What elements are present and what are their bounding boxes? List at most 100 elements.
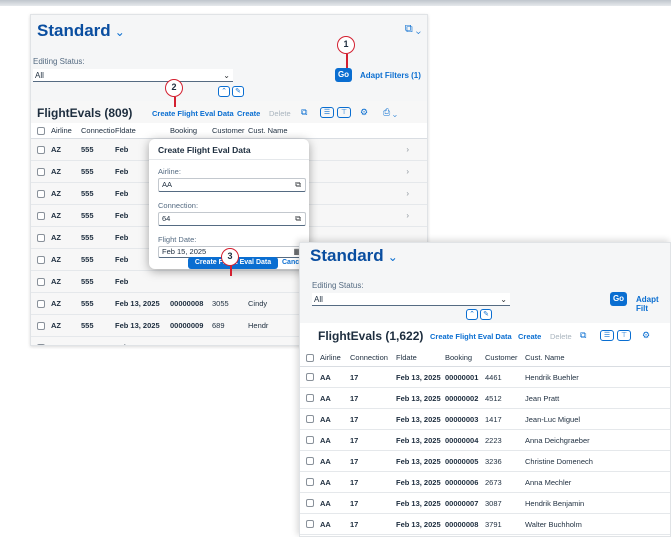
table-row[interactable]: AA 17 Feb 13, 2025 00000007 3087 Hendrik Benj…: [300, 493, 670, 514]
row-checkbox[interactable]: [37, 321, 45, 330]
gear-icon[interactable]: ⚙: [642, 330, 650, 341]
row-checkbox[interactable]: [37, 277, 45, 286]
cell-name: Jean Pratt: [525, 393, 560, 403]
table-row[interactable]: AA 17 Feb 13, 2025 00000008 3791 Walter Buchh…: [300, 514, 670, 535]
collapse-header-icon[interactable]: ⌃: [466, 309, 478, 320]
chevron-down-icon: ⌄: [223, 71, 230, 80]
table-row[interactable]: AA 17 Feb 13, 2025 00000006 2673 Anna Mechler: [300, 472, 670, 493]
table-row[interactable]: AA 17 Feb 13, 2025 00000002 4512 Jean Pratt: [300, 388, 670, 409]
export-icon[interactable]: ⎙ ⌄: [383, 107, 397, 118]
row-navigation-icon[interactable]: ›: [406, 189, 409, 198]
collapse-header-icon[interactable]: ⌃: [218, 86, 230, 97]
share-icon[interactable]: ⧉ ⌄: [405, 23, 421, 36]
cell-connection: 555: [81, 255, 94, 264]
row-checkbox[interactable]: [306, 499, 314, 507]
column-header[interactable]: Customer: [485, 353, 525, 362]
variant-title[interactable]: Standard ⌄: [310, 246, 398, 266]
delete-button[interactable]: Delete: [269, 109, 291, 118]
delete-button[interactable]: Delete: [550, 332, 572, 341]
group-icon[interactable]: ⊤: [337, 107, 351, 118]
cell-connection: 555: [81, 189, 94, 198]
pin-icon[interactable]: ✎: [480, 309, 492, 320]
row-checkbox[interactable]: [306, 373, 314, 381]
row-checkbox[interactable]: [37, 233, 45, 242]
cell-airline: AA: [320, 393, 331, 403]
column-header[interactable]: Connection: [81, 126, 115, 135]
cell-connection: 17: [350, 498, 359, 508]
connection-input[interactable]: 64 ⧉: [158, 212, 306, 226]
row-checkbox[interactable]: [306, 457, 314, 465]
cell-name: Christine Domenech: [525, 456, 593, 466]
variant-title[interactable]: Standard ⌄: [37, 21, 125, 41]
row-checkbox[interactable]: [306, 394, 314, 402]
table-row[interactable]: AA 17 Feb 13, 2025 00000004 2223 Anna Deichgr…: [300, 430, 670, 451]
column-header[interactable]: Connection: [350, 353, 396, 362]
editing-status-select[interactable]: All ⌄: [312, 293, 510, 306]
row-checkbox[interactable]: [37, 211, 45, 220]
create-button[interactable]: Create: [237, 109, 260, 118]
divider: [149, 159, 309, 160]
cell-name: Jean-Luc Miguel: [525, 414, 581, 424]
row-checkbox[interactable]: [37, 299, 45, 308]
value-help-icon[interactable]: ⧉: [295, 179, 301, 191]
column-header[interactable]: Booking: [170, 126, 212, 135]
table-header: Airline Connection Fldate Booking Custom…: [31, 123, 427, 139]
pin-icon[interactable]: ✎: [232, 86, 244, 97]
row-checkbox[interactable]: [37, 145, 45, 154]
create-eval-button[interactable]: Create Flight Eval Data: [152, 109, 234, 118]
column-header[interactable]: Airline: [51, 126, 81, 135]
column-header[interactable]: Booking: [445, 353, 485, 362]
cell-booking: 00000010: [170, 343, 212, 345]
column-header[interactable]: Airline: [320, 353, 350, 362]
adapt-filters-button[interactable]: Adapt Filters (1): [360, 71, 421, 80]
row-checkbox[interactable]: [306, 415, 314, 423]
editing-status-select[interactable]: All ⌄: [33, 69, 233, 82]
airline-label: Airline:: [158, 167, 181, 176]
sort-icon[interactable]: ☰: [600, 330, 614, 341]
column-header[interactable]: Cust. Name: [525, 353, 625, 362]
gear-icon[interactable]: ⚙: [360, 107, 368, 118]
sort-icon[interactable]: ☰: [320, 107, 334, 118]
cell-connection: 17: [350, 519, 359, 529]
cell-fldate: Feb: [115, 277, 129, 286]
adapt-filters-button[interactable]: Adapt Filt: [636, 295, 670, 313]
cell-airline: AZ: [51, 145, 61, 154]
editing-status-value: All: [35, 71, 44, 80]
group-icon[interactable]: ⊤: [617, 330, 631, 341]
row-checkbox[interactable]: [37, 343, 45, 345]
select-all-checkbox[interactable]: [306, 353, 314, 362]
go-button[interactable]: Go: [610, 292, 627, 306]
airline-input[interactable]: AA ⧉: [158, 178, 306, 192]
row-checkbox[interactable]: [37, 167, 45, 176]
cell-connection: 555: [81, 321, 94, 330]
column-header[interactable]: Fldate: [396, 353, 445, 362]
row-checkbox[interactable]: [37, 255, 45, 264]
copy-icon[interactable]: ⧉: [580, 330, 586, 341]
row-navigation-icon[interactable]: ›: [406, 167, 409, 176]
cell-booking: 00000006: [445, 477, 479, 487]
cell-customer: 3236: [485, 456, 502, 466]
cell-customer: 3791: [485, 519, 502, 529]
cell-fldate: Feb 13, 2025: [115, 321, 160, 330]
table-row[interactable]: AA 17 Feb 13, 2025 00000003 1417 Jean-Luc Mig…: [300, 409, 670, 430]
row-navigation-icon[interactable]: ›: [406, 211, 409, 220]
create-eval-button[interactable]: Create Flight Eval Data: [430, 332, 512, 341]
cell-customer: 4512: [485, 393, 502, 403]
column-header[interactable]: Cust. Name: [248, 126, 308, 135]
copy-icon[interactable]: ⧉: [301, 107, 307, 118]
go-button[interactable]: Go: [335, 68, 352, 82]
value-help-icon[interactable]: ⧉: [295, 213, 301, 225]
row-checkbox[interactable]: [306, 436, 314, 444]
table-row[interactable]: AA 17 Feb 13, 2025 00000005 3236 Christine Do…: [300, 451, 670, 472]
table-row[interactable]: AA 17 Feb 13, 2025 00000001 4461 Hendrik Bueh…: [300, 367, 670, 388]
row-checkbox[interactable]: [306, 478, 314, 486]
step-marker-3: 3: [221, 248, 239, 266]
create-button[interactable]: Create: [518, 332, 541, 341]
column-header[interactable]: Fldate: [115, 126, 170, 135]
row-checkbox[interactable]: [306, 520, 314, 528]
row-checkbox[interactable]: [37, 189, 45, 198]
cell-airline: AZ: [51, 211, 61, 220]
row-navigation-icon[interactable]: ›: [406, 145, 409, 154]
column-header[interactable]: Customer: [212, 126, 248, 135]
select-all-checkbox[interactable]: [37, 126, 45, 135]
